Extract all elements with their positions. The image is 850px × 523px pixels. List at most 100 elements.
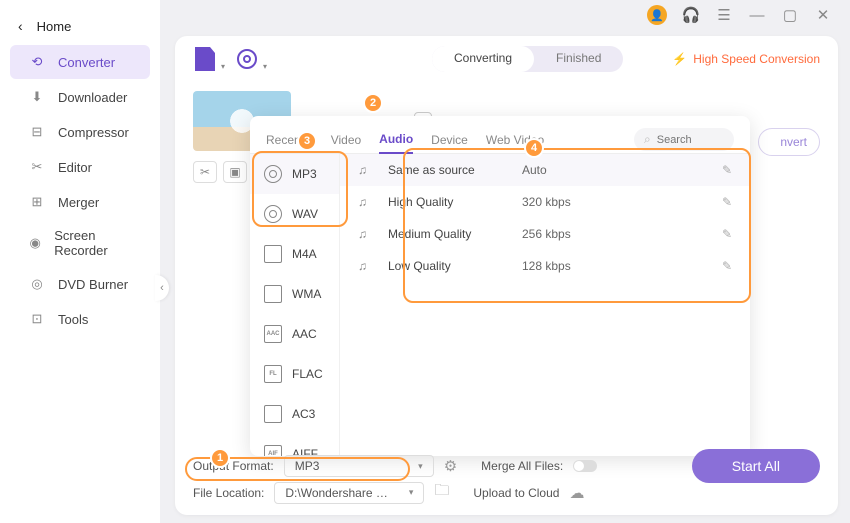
format-ac3[interactable]: AC3 [250, 394, 339, 434]
tools-icon: ⊡ [28, 310, 46, 328]
sidebar-label: Editor [58, 160, 92, 175]
menu-icon[interactable]: ☰ [715, 6, 733, 24]
sidebar-item-recorder[interactable]: ◉ Screen Recorder [10, 220, 150, 266]
sidebar-item-editor[interactable]: ✂ Editor [10, 150, 150, 184]
marker-3: 3 [297, 131, 317, 151]
sidebar-label: Tools [58, 312, 88, 327]
sidebar-label: Screen Recorder [54, 228, 132, 258]
sidebar-item-dvdburner[interactable]: ◎ DVD Burner [10, 267, 150, 301]
sidebar-item-converter[interactable]: ⟲Converter [10, 45, 150, 79]
format-label: FLAC [292, 367, 323, 381]
format-label: WMA [292, 287, 321, 301]
quality-low[interactable]: ♫ Low Quality 128 kbps ✎ [340, 250, 750, 282]
home-link[interactable]: ‹ Home [0, 8, 160, 44]
sidebar: ‹ Home ⟲Converter ⬇Downloader ⊟ Compresso… [0, 0, 160, 523]
edit-quality-icon[interactable]: ✎ [722, 227, 732, 241]
sidebar-item-compressor[interactable]: ⊟ Compressor [10, 115, 150, 149]
trim-button[interactable]: ✂ [193, 161, 217, 183]
compressor-icon: ⊟ [28, 123, 46, 141]
disc-icon [264, 165, 282, 183]
dvd-icon: ◎ [28, 275, 46, 293]
speed-label: High Speed Conversion [693, 52, 820, 66]
folder-icon[interactable]: 🗀 [434, 480, 449, 505]
format-list: MP3 WAV M4A WMA AACAAC FLFLAC AC3 AIFAIF… [250, 154, 340, 456]
support-icon[interactable]: 🎧 [682, 6, 700, 24]
file-location-label: File Location: [193, 486, 264, 500]
tab-finished[interactable]: Finished [534, 46, 623, 72]
close-icon[interactable]: ✕ [814, 6, 832, 24]
format-flac[interactable]: FLFLAC [250, 354, 339, 394]
quality-high[interactable]: ♫ High Quality 320 kbps ✎ [340, 186, 750, 218]
recorder-icon: ◉ [28, 234, 42, 252]
format-label: AC3 [292, 407, 315, 421]
format-aac[interactable]: AACAAC [250, 314, 339, 354]
maximize-icon[interactable]: ▢ [781, 6, 799, 24]
quality-list: ♫ Same as source Auto ✎ ♫ High Quality 320 kb… [340, 154, 750, 456]
marker-4: 4 [524, 138, 544, 158]
home-label: Home [37, 19, 72, 34]
tab-device[interactable]: Device [431, 127, 468, 153]
quality-same-as-source[interactable]: ♫ Same as source Auto ✎ [340, 154, 750, 186]
disc-icon [235, 47, 259, 71]
user-avatar[interactable]: 👤 [647, 5, 667, 25]
sidebar-label: Merger [58, 195, 99, 210]
box-icon [264, 245, 282, 263]
back-chevron-icon: ‹ [18, 18, 23, 34]
format-label: WAV [292, 207, 318, 221]
sidebar-item-tools[interactable]: ⊡ Tools [10, 302, 150, 336]
merger-icon: ⊞ [28, 193, 46, 211]
file-location-select[interactable]: D:\Wondershare UniConverter 1▾ [274, 482, 424, 504]
quality-label: High Quality [388, 195, 508, 209]
format-label: MP3 [292, 167, 317, 181]
music-icon: ♫ [358, 163, 374, 177]
marker-2: 2 [363, 93, 383, 113]
main-panel: ▾ ▾ Converting Finished ⚡ High Speed Con… [175, 36, 838, 515]
sidebar-item-merger[interactable]: ⊞ Merger [10, 185, 150, 219]
high-speed-toggle[interactable]: ⚡ High Speed Conversion [672, 52, 820, 66]
disc-icon [264, 205, 282, 223]
crop-button[interactable]: ▣ [223, 161, 247, 183]
aac-icon: AAC [264, 325, 282, 343]
quality-rate: 128 kbps [522, 259, 708, 273]
sidebar-item-downloader[interactable]: ⬇Downloader [10, 80, 150, 114]
quality-label: Same as source [388, 163, 508, 177]
tab-audio[interactable]: Audio [379, 126, 413, 154]
music-icon: ♫ [358, 195, 374, 209]
quality-label: Low Quality [388, 259, 508, 273]
search-icon: ⌕ [644, 132, 651, 147]
format-m4a[interactable]: M4A [250, 234, 339, 274]
edit-quality-icon[interactable]: ✎ [722, 195, 732, 209]
edit-quality-icon[interactable]: ✎ [722, 259, 732, 273]
status-tabs: Converting Finished [432, 46, 623, 72]
search-input[interactable] [657, 134, 717, 146]
add-disc-button[interactable]: ▾ [235, 47, 259, 71]
search-box[interactable]: ⌕ [634, 128, 734, 151]
collapse-sidebar-button[interactable]: ‹ [155, 275, 169, 301]
format-mp3[interactable]: MP3 [250, 154, 339, 194]
cloud-icon[interactable]: ☁ [569, 484, 584, 502]
music-icon: ♫ [358, 259, 374, 273]
edit-quality-icon[interactable]: ✎ [722, 163, 732, 177]
minimize-icon[interactable]: — [748, 6, 766, 24]
download-icon: ⬇ [28, 88, 46, 106]
add-file-button[interactable]: ▾ [193, 47, 217, 71]
upload-cloud-label: Upload to Cloud [473, 486, 559, 500]
format-wav[interactable]: WAV [250, 194, 339, 234]
quality-rate: Auto [522, 163, 708, 177]
box-icon [264, 405, 282, 423]
tab-video[interactable]: Video [331, 127, 361, 153]
convert-button[interactable]: nvert [758, 128, 820, 156]
file-icon [195, 47, 215, 71]
music-icon: ♫ [358, 227, 374, 241]
tab-converting[interactable]: Converting [432, 46, 534, 72]
editor-icon: ✂ [28, 158, 46, 176]
quality-rate: 256 kbps [522, 227, 708, 241]
sidebar-label: DVD Burner [58, 277, 128, 292]
format-wma[interactable]: WMA [250, 274, 339, 314]
sidebar-label: Compressor [58, 125, 129, 140]
format-label: M4A [292, 247, 317, 261]
quality-rate: 320 kbps [522, 195, 708, 209]
file-location-value: D:\Wondershare UniConverter 1 [285, 486, 388, 500]
sidebar-label: Converter [58, 55, 115, 70]
quality-medium[interactable]: ♫Medium Quality256 kbps✎ [340, 218, 750, 250]
